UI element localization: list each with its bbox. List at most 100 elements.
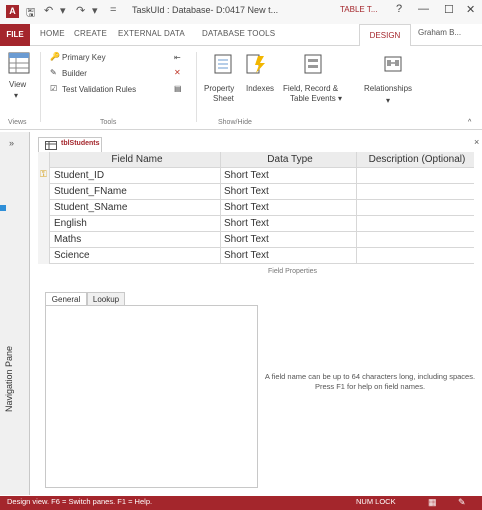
data-type-cell[interactable]: Short Text [220,232,356,248]
column-header-description: Description (Optional) [368,154,466,165]
undo-dropdown-icon[interactable]: ▾ [60,4,66,17]
field-record-events-label-2: Table Events ▾ [290,94,343,103]
design-view-icon[interactable]: ✎ [458,497,466,508]
data-type-cell[interactable]: Short Text [220,168,356,184]
tab-file[interactable]: FILE [0,24,30,46]
collapse-ribbon-icon[interactable]: ^ [468,119,471,126]
close-document-button[interactable]: × [474,137,479,147]
navigation-pane[interactable]: » Navigation Pane [0,132,30,495]
row-selector[interactable] [38,200,50,216]
tab-create[interactable]: CREATE [74,29,107,38]
description-cell[interactable] [356,168,474,184]
row-selector[interactable] [38,216,50,232]
data-type-cell[interactable]: Short Text [220,184,356,200]
expand-nav-icon[interactable]: » [9,138,14,148]
navigation-pane-label: Navigation Pane [4,345,14,412]
redo-icon[interactable]: ↷ [76,4,85,17]
field-name-cell[interactable]: Student_ID [50,168,220,184]
document-tab[interactable]: tblStudents [38,137,102,152]
ribbon-separator [196,52,197,122]
column-header-data-type: Data Type [267,154,313,165]
column-header-field-name: Field Name [111,154,163,165]
insert-rows-icon[interactable]: ⇤ [174,53,181,62]
field-name-cell[interactable]: Student_FName [50,184,220,200]
view-dropdown-icon[interactable]: ▾ [14,91,18,100]
relationships-icon[interactable] [384,54,402,74]
status-bar: Design view. F6 = Switch panes. F1 = Hel… [0,496,482,510]
save-icon[interactable]: 🖫 [26,4,35,23]
data-type-cell[interactable]: Short Text [220,200,356,216]
test-validation-button[interactable]: Test Validation Rules [62,85,136,94]
ribbon-tabs: FILE HOME CREATE EXTERNAL DATA DATABASE … [0,24,482,46]
tab-design[interactable]: DESIGN [359,24,411,46]
field-name-cell[interactable]: Student_SName [50,200,220,216]
builder-button[interactable]: Builder [62,69,87,78]
row-selector[interactable] [38,232,50,248]
description-cell[interactable] [356,248,474,264]
datasheet-view-icon[interactable]: ▦ [428,497,437,508]
table-tools-label: TABLE T... [340,5,378,14]
ribbon: View ▾ Views 🔑 Primary Key ✎ Builder ☑ T… [0,46,482,130]
table-row[interactable]: Student_FName Short Text [38,184,474,200]
maximize-button[interactable]: ☐ [444,3,454,16]
title-bar: A 🖫 ↶ ▾ ↷ ▾ = TaskUId : Database- D:0417… [0,0,482,24]
data-type-cell[interactable]: Short Text [220,248,356,264]
ribbon-separator [40,52,41,122]
table-row[interactable]: Student_SName Short Text [38,200,474,216]
group-views: Views [8,119,27,126]
row-selector[interactable]: ⚿ [38,168,50,184]
window-title: TaskUId : Database- D:0417 New t... [132,5,279,15]
tab-external-data[interactable]: EXTERNAL DATA [118,29,185,38]
builder-icon: ✎ [50,68,57,77]
property-sheet-button[interactable]: Property [204,84,234,93]
field-record-events-button[interactable]: Field, Record & [283,84,338,93]
delete-rows-icon[interactable]: ✕ [174,68,181,77]
data-type-cell[interactable]: Short Text [220,216,356,232]
tab-home[interactable]: HOME [40,29,65,38]
field-properties-panel[interactable] [45,305,258,488]
tab-database-tools[interactable]: DATABASE TOOLS [202,29,275,38]
row-selector[interactable] [38,248,50,264]
table-row[interactable]: English Short Text [38,216,474,232]
description-cell[interactable] [356,184,474,200]
grid-header-row: Field Name Data Type Description (Option… [38,152,474,168]
primary-key-icon: ⚿ [40,169,47,179]
indexes-icon[interactable] [246,54,266,74]
row-selector-header[interactable] [38,152,50,168]
relationships-button[interactable]: Relationships [364,84,412,93]
close-button[interactable]: ✕ [466,3,475,16]
indexes-button[interactable]: Indexes [246,84,274,93]
description-cell[interactable] [356,216,474,232]
row-selector[interactable] [38,184,50,200]
field-name-cell[interactable]: Science [50,248,220,264]
test-validation-icon: ☑ [50,84,58,93]
user-account[interactable]: Graham B... [418,28,461,37]
field-name-cell[interactable]: English [50,216,220,232]
field-record-events-icon[interactable] [304,54,322,74]
access-app-icon[interactable]: A [6,5,19,18]
relationships-dropdown-icon[interactable]: ▾ [386,96,390,105]
pointer-marker [0,205,6,211]
field-help-text: A field name can be up to 64 characters … [264,372,476,391]
primary-key-button[interactable]: Primary Key [62,53,106,62]
redo-dropdown-icon[interactable]: ▾ [92,4,98,17]
field-name-cell[interactable]: Maths [50,232,220,248]
customize-qat-icon[interactable]: = [110,4,116,16]
tab-lookup[interactable]: Lookup [87,292,125,306]
minimize-button[interactable]: — [418,3,429,15]
table-row[interactable]: ⚿ Student_ID Short Text [38,168,474,184]
description-cell[interactable] [356,232,474,248]
modify-lookups-icon[interactable]: ▤ [174,84,182,93]
num-lock-indicator: NUM LOCK [356,497,396,506]
table-row[interactable]: Maths Short Text [38,232,474,248]
table-row[interactable]: Science Short Text [38,248,474,264]
help-button[interactable]: ? [396,3,402,15]
property-sheet-icon[interactable] [214,54,232,74]
view-icon[interactable] [8,52,30,74]
undo-icon[interactable]: ↶ [44,4,53,17]
property-sheet-label-2: Sheet [213,94,234,103]
tab-general[interactable]: General [45,292,87,306]
group-tools: Tools [100,119,117,126]
view-button[interactable]: View [9,80,26,89]
description-cell[interactable] [356,200,474,216]
